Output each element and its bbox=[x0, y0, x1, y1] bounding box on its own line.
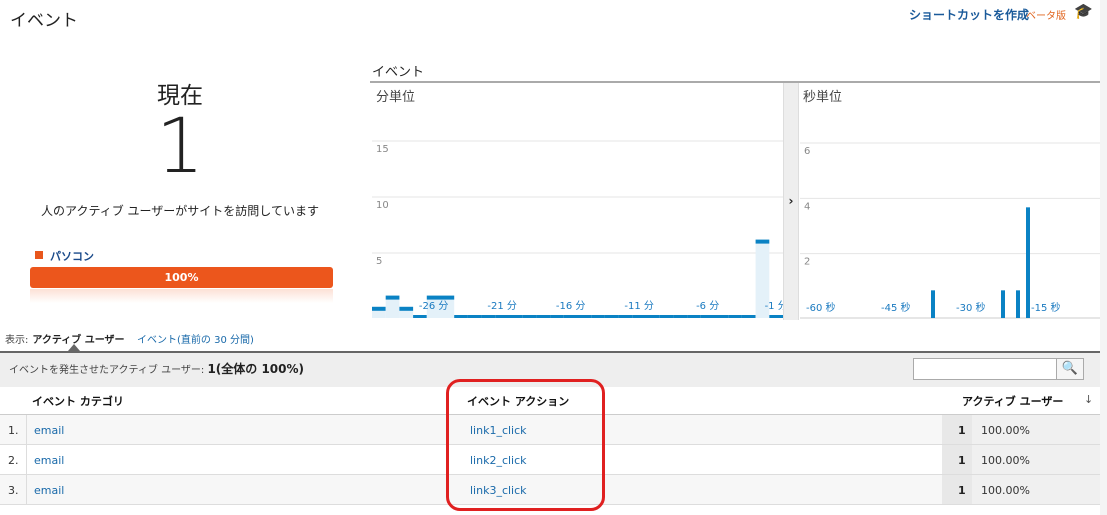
search-input[interactable] bbox=[913, 358, 1057, 380]
chevron-right-icon[interactable]: › bbox=[783, 83, 799, 320]
active-user-description: 人のアクティブ ユーザーがサイトを訪問しています bbox=[41, 204, 319, 218]
y-tick-label: 6 bbox=[804, 146, 810, 157]
bar bbox=[577, 315, 592, 318]
index-divider bbox=[26, 415, 27, 444]
bar bbox=[467, 315, 482, 318]
active-tab-indicator bbox=[68, 344, 80, 351]
bar bbox=[659, 315, 674, 318]
header-active-users[interactable]: アクティブ ユーザー bbox=[962, 393, 1063, 409]
y-tick-label: 4 bbox=[804, 201, 810, 212]
x-tick-label: -21 分 bbox=[487, 300, 517, 312]
chart-title: イベント bbox=[372, 65, 425, 80]
row-index: 3. bbox=[8, 484, 19, 497]
second-chart: 2 4 6 -60 秒 -45 秒 -30 秒 -15 秒 bbox=[800, 142, 1100, 319]
bar bbox=[481, 315, 496, 318]
y-tick-label: 15 bbox=[376, 144, 389, 155]
summary-label: イベントを発生させたアクティブ ユーザー: bbox=[9, 365, 205, 376]
x-tick-label: -6 分 bbox=[696, 300, 719, 312]
bar bbox=[550, 315, 564, 318]
bar bbox=[385, 295, 400, 300]
bar bbox=[536, 315, 551, 318]
summary-text: イベントを発生させたアクティブ ユーザー: 1(全体の 100%) bbox=[9, 360, 304, 377]
highlight-annotation bbox=[446, 379, 605, 511]
bar bbox=[714, 315, 729, 318]
bar bbox=[1026, 207, 1030, 318]
minute-chart: 5 10 15 -26 分 -21 分 -16 分 -11 分 -6 分 -1 分 bbox=[372, 140, 783, 318]
bar bbox=[769, 315, 783, 318]
x-tick-label: -45 秒 bbox=[881, 301, 911, 314]
index-divider bbox=[26, 445, 27, 474]
bar bbox=[591, 315, 605, 318]
minute-chart-label: 分単位 bbox=[376, 90, 416, 105]
bar bbox=[522, 315, 537, 318]
event-category-link[interactable]: email bbox=[34, 424, 64, 437]
summary-value: 1(全体の 100%) bbox=[207, 362, 305, 376]
bar bbox=[563, 315, 578, 318]
active-user-percent-cell: 100.00% bbox=[981, 424, 1030, 437]
bar bbox=[399, 306, 414, 311]
bar bbox=[372, 306, 386, 311]
bar bbox=[495, 315, 509, 318]
x-tick-label: -60 秒 bbox=[806, 301, 836, 314]
sort-arrow-down-icon[interactable]: ↓ bbox=[1084, 393, 1093, 406]
index-divider bbox=[26, 475, 27, 504]
y-tick-label: 5 bbox=[376, 256, 382, 267]
x-tick-label: -15 秒 bbox=[1031, 301, 1061, 314]
beta-badge: ベータ版 bbox=[1026, 11, 1066, 22]
header-event-category[interactable]: イベント カテゴリ bbox=[32, 393, 124, 409]
x-tick-label: -26 分 bbox=[419, 300, 449, 312]
view-prefix: 表示: bbox=[5, 335, 29, 346]
device-legend-swatch bbox=[35, 251, 43, 259]
search-icon[interactable]: 🔍 bbox=[1056, 358, 1084, 380]
view-events-tab[interactable]: イベント(直前の 30 分間) bbox=[137, 331, 254, 346]
bar bbox=[755, 239, 770, 244]
second-chart-label: 秒単位 bbox=[803, 90, 843, 105]
x-tick-label: -30 秒 bbox=[956, 301, 986, 314]
bar bbox=[700, 315, 715, 318]
event-category-link[interactable]: email bbox=[34, 484, 64, 497]
active-user-percent-cell: 100.00% bbox=[981, 484, 1030, 497]
bar bbox=[1001, 290, 1005, 318]
view-toggle: 表示: アクティブ ユーザー bbox=[5, 331, 125, 346]
device-share-bar: 100% bbox=[30, 267, 333, 288]
bar bbox=[604, 315, 619, 318]
active-user-count-cell: 1 bbox=[958, 484, 966, 497]
scrollbar[interactable] bbox=[1100, 0, 1107, 515]
page-title: イベント bbox=[10, 11, 78, 31]
create-shortcut-link[interactable]: ショートカットを作成 bbox=[909, 6, 1029, 23]
row-index: 2. bbox=[8, 454, 19, 467]
x-tick-label: -16 分 bbox=[556, 300, 586, 312]
bar bbox=[741, 315, 756, 318]
bar bbox=[646, 315, 660, 318]
device-legend-label: パソコン bbox=[50, 250, 94, 263]
bar bbox=[440, 295, 455, 300]
bar bbox=[509, 315, 523, 318]
bar bbox=[454, 315, 468, 318]
active-user-count: 1 bbox=[155, 101, 205, 190]
active-user-percent-cell: 100.00% bbox=[981, 454, 1030, 467]
bar bbox=[931, 290, 935, 318]
bar bbox=[413, 315, 427, 318]
event-category-link[interactable]: email bbox=[34, 454, 64, 467]
row-index: 1. bbox=[8, 424, 19, 437]
bar bbox=[632, 315, 646, 318]
bar bbox=[618, 315, 633, 318]
device-bar-reflection bbox=[30, 289, 333, 303]
active-user-count-cell: 1 bbox=[958, 454, 966, 467]
active-user-count-cell: 1 bbox=[958, 424, 966, 437]
x-tick-label: -11 分 bbox=[624, 300, 654, 312]
bar bbox=[673, 315, 688, 318]
bar bbox=[728, 315, 742, 318]
x-tick-label: -1 分 bbox=[765, 300, 783, 312]
graduation-cap-icon[interactable]: 🎓 bbox=[1074, 2, 1093, 20]
bar bbox=[687, 315, 701, 318]
y-tick-label: 10 bbox=[376, 200, 389, 211]
bar bbox=[1016, 290, 1020, 318]
y-tick-label: 2 bbox=[804, 257, 810, 268]
bar bbox=[426, 295, 441, 300]
